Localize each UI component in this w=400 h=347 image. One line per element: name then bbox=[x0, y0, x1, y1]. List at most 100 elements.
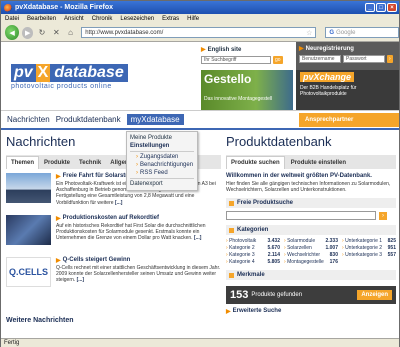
register-label[interactable]: Neuregistrierung bbox=[306, 46, 354, 52]
category-item[interactable]: Kategorie 2 5.670 bbox=[226, 245, 280, 251]
password-input[interactable]: Passwort bbox=[343, 55, 385, 63]
news-image[interactable] bbox=[6, 215, 51, 245]
category-item[interactable]: Montagegestelle 176 bbox=[284, 259, 338, 265]
menu-file[interactable]: Datei bbox=[5, 16, 19, 22]
nav-myxdatabase[interactable]: myXdatabase bbox=[126, 114, 184, 125]
menu-help[interactable]: Hilfe bbox=[187, 16, 199, 22]
category-count: 2.333 bbox=[325, 238, 338, 245]
category-name: Unterkategorie 3 bbox=[342, 252, 382, 258]
free-search-section: Freie Produktsuche bbox=[226, 198, 396, 209]
qcells-logo[interactable]: Q.CELLS bbox=[6, 257, 51, 287]
category-item[interactable]: Unterkategorie 1 825 bbox=[342, 238, 396, 244]
logo-pv: pv bbox=[11, 64, 36, 82]
english-site-label[interactable]: English site bbox=[208, 47, 242, 53]
category-name: Photovoltaik bbox=[226, 238, 256, 244]
home-icon[interactable]: ⌂ bbox=[65, 27, 76, 39]
login-go-button[interactable]: › bbox=[387, 55, 393, 63]
site-logo[interactable]: pv Xdatabase photovoltaic products online bbox=[11, 64, 128, 90]
category-item[interactable]: Photovoltaik 3.432 bbox=[226, 238, 280, 244]
url-text: http://www.pvxdatabase.com/ bbox=[85, 29, 164, 36]
tab-add-products[interactable]: Produkte einstellen bbox=[287, 157, 350, 169]
dropdown-item-settings[interactable]: Einstellungen bbox=[130, 142, 194, 150]
category-item[interactable]: Solarmodule 2.333 bbox=[284, 238, 338, 244]
read-more-link[interactable]: [...] bbox=[77, 277, 85, 283]
gestello-banner[interactable]: Gestello Das innovative Montagegestell bbox=[201, 70, 293, 110]
news-image[interactable] bbox=[6, 173, 51, 203]
login-box: ▶ Neuregistrierung Benutzername Passwort … bbox=[296, 42, 399, 70]
news-title[interactable]: Q-Cells steigert Gewinn bbox=[63, 257, 131, 264]
category-count: 951 bbox=[387, 245, 396, 252]
results-text: Produkte gefunden bbox=[251, 292, 303, 299]
dropdown-item-notifications[interactable]: Benachrichtigungen bbox=[130, 161, 194, 169]
category-item[interactable]: Kategorie 4 5.805 bbox=[226, 259, 280, 265]
category-item[interactable]: Wechselrichter 830 bbox=[284, 252, 338, 258]
tab-search-products[interactable]: Produkte suchen bbox=[226, 156, 285, 169]
tab-technik[interactable]: Technik bbox=[75, 157, 105, 169]
read-more-link[interactable]: [...] bbox=[194, 235, 202, 241]
menu-edit[interactable]: Bearbeiten bbox=[27, 16, 56, 22]
dropdown-item-my-products[interactable]: Meine Produkte bbox=[130, 134, 194, 142]
category-name: Wechselrichter bbox=[284, 252, 320, 258]
tab-produkte[interactable]: Produkte bbox=[40, 157, 74, 169]
bookmark-star-icon[interactable]: ☆ bbox=[306, 29, 315, 37]
contact-partner-button[interactable]: Ansprechpartner bbox=[299, 112, 399, 127]
menu-view[interactable]: Ansicht bbox=[64, 16, 84, 22]
category-name: Solarzellen bbox=[284, 245, 312, 251]
category-count: 3.432 bbox=[267, 238, 280, 245]
category-item[interactable]: Kategorie 3 2.114 bbox=[226, 252, 280, 258]
features-section[interactable]: Merkmale bbox=[226, 270, 396, 281]
site-header: pv Xdatabase photovoltaic products online… bbox=[1, 42, 399, 110]
menu-history[interactable]: Chronik bbox=[92, 16, 113, 22]
extended-search-link[interactable]: ▶ Erweiterte Suche bbox=[226, 308, 396, 315]
english-go-button[interactable]: go bbox=[273, 56, 283, 64]
more-news-heading[interactable]: Weitere Nachrichten bbox=[6, 317, 221, 324]
reload-icon[interactable]: ↻ bbox=[36, 27, 47, 39]
nav-nachrichten[interactable]: Nachrichten bbox=[7, 115, 50, 124]
username-input[interactable]: Benutzername bbox=[299, 55, 341, 63]
url-bar[interactable]: http://www.pvxdatabase.com/ ☆ bbox=[81, 27, 317, 38]
category-item[interactable]: Solarzellen 1.007 bbox=[284, 245, 338, 251]
product-search-input[interactable] bbox=[226, 211, 376, 221]
maximize-button[interactable]: □ bbox=[376, 3, 386, 12]
main-navigation: Nachrichten Produktdatenbank myXdatabase… bbox=[1, 110, 399, 130]
search-box[interactable]: G Google bbox=[325, 27, 400, 38]
results-count: 153 bbox=[230, 289, 249, 302]
arrow-icon: ▶ bbox=[299, 46, 304, 52]
dropdown-item-access-data[interactable]: Zugangsdaten bbox=[130, 153, 194, 161]
results-bar: 153 Produkte gefunden Anzeigen bbox=[226, 286, 396, 305]
news-title[interactable]: Produktionskosten auf Rekordtief bbox=[63, 215, 159, 222]
navigation-toolbar: ◀ ▶ ↻ ✕ ⌂ http://www.pvxdatabase.com/ ☆ … bbox=[1, 24, 400, 42]
tab-themen[interactable]: Themen bbox=[6, 156, 40, 169]
category-name: Solarmodule bbox=[284, 238, 315, 244]
pvxchange-banner[interactable]: pvXchange Der B2B Handelsplatz für Photo… bbox=[296, 70, 399, 110]
search-go-button[interactable]: › bbox=[379, 211, 387, 220]
read-more-link[interactable]: [...] bbox=[115, 200, 123, 206]
category-item[interactable]: Unterkategorie 3 557 bbox=[342, 252, 396, 258]
stop-icon[interactable]: ✕ bbox=[51, 27, 62, 39]
menu-tools[interactable]: Extras bbox=[162, 16, 179, 22]
minimize-button[interactable]: _ bbox=[365, 3, 375, 12]
page-content: pv Xdatabase photovoltaic products online… bbox=[1, 42, 399, 338]
status-bar: Fertig bbox=[1, 338, 399, 347]
category-count: 825 bbox=[387, 238, 396, 245]
close-button[interactable]: × bbox=[387, 3, 397, 12]
menu-bookmarks[interactable]: Lesezeichen bbox=[120, 16, 154, 22]
dropdown-item-rss-feed[interactable]: RSS Feed bbox=[130, 169, 194, 177]
status-text: Fertig bbox=[4, 340, 20, 346]
menu-bar: Datei Bearbeiten Ansicht Chronik Lesezei… bbox=[1, 14, 399, 24]
arrow-icon: ▶ bbox=[56, 174, 61, 180]
nav-produktdatenbank[interactable]: Produktdatenbank bbox=[56, 115, 121, 124]
category-count: 557 bbox=[387, 252, 396, 259]
features-label: Merkmale bbox=[237, 272, 265, 279]
dropdown-item-data-export[interactable]: Datenexport bbox=[130, 180, 194, 188]
arrow-icon: ▶ bbox=[201, 47, 206, 53]
back-button[interactable]: ◀ bbox=[5, 25, 20, 40]
categories-label: Kategorien bbox=[237, 227, 269, 234]
category-item[interactable]: Unterkategorie 2 951 bbox=[342, 245, 396, 251]
forward-button[interactable]: ▶ bbox=[22, 26, 34, 39]
english-search-input[interactable]: Ihr Suchbegriff bbox=[201, 56, 271, 64]
show-results-button[interactable]: Anzeigen bbox=[357, 290, 392, 301]
browser-window: pvXdatabase - Mozilla Firefox _ □ × Date… bbox=[0, 0, 400, 347]
category-name: Unterkategorie 1 bbox=[342, 238, 382, 244]
category-count: 5.805 bbox=[267, 259, 280, 266]
